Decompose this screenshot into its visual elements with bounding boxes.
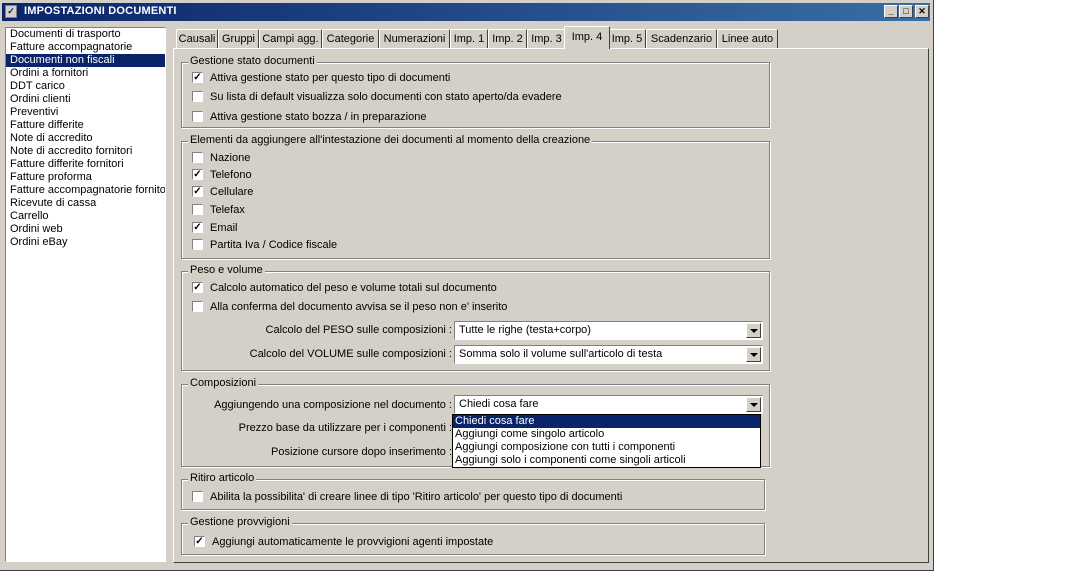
- checkbox-label: Email: [210, 222, 238, 234]
- close-button[interactable]: ✕: [915, 5, 929, 18]
- dropdown-option[interactable]: Aggiungi composizione con tutti i compon…: [453, 441, 760, 454]
- checkbox-box[interactable]: ✓: [192, 169, 203, 180]
- list-item[interactable]: DDT carico: [6, 80, 165, 93]
- checkbox-box[interactable]: [192, 152, 203, 163]
- group-title: Gestione provvigioni: [188, 516, 292, 528]
- chevron-down-icon[interactable]: [746, 397, 761, 412]
- checkbox-label: Telefono: [210, 169, 252, 181]
- volume-combo[interactable]: Somma solo il volume sull'articolo di te…: [454, 345, 763, 364]
- tab-imp-4[interactable]: Imp. 4: [564, 26, 610, 49]
- title-bar[interactable]: ✓ IMPOSTAZIONI DOCUMENTI _ □ ✕: [2, 3, 930, 21]
- volume-label: Calcolo del VOLUME sulle composizioni :: [249, 348, 452, 360]
- checkbox-box[interactable]: ✓: [192, 186, 203, 197]
- list-item[interactable]: Fatture differite: [6, 119, 165, 132]
- tab-imp-5[interactable]: Imp. 5: [608, 29, 646, 48]
- group-title: Composizioni: [188, 377, 259, 389]
- tab-page-imp4: Gestione stato documenti ✓ Attiva gestio…: [173, 48, 929, 563]
- maximize-button[interactable]: □: [899, 5, 913, 18]
- peso-label: Calcolo del PESO sulle composizioni :: [265, 324, 452, 336]
- checkbox-box[interactable]: [192, 111, 203, 122]
- checkbox-box[interactable]: ✓: [192, 282, 203, 293]
- checkbox-box[interactable]: [192, 301, 203, 312]
- aggiungendo-combo[interactable]: Chiedi cosa fare: [454, 395, 763, 414]
- list-item[interactable]: Carrello: [6, 210, 165, 223]
- group-title: Ritiro articolo: [188, 472, 257, 484]
- checkbox-label: Nazione: [210, 152, 251, 164]
- composizione-dropdown-list[interactable]: Chiedi cosa fare Aggiungi come singolo ar…: [452, 414, 761, 468]
- tab-numerazioni[interactable]: Numerazioni: [379, 29, 450, 48]
- checkbox-label: Attiva gestione stato per questo tipo di…: [210, 72, 451, 84]
- list-item[interactable]: Preventivi: [6, 106, 165, 119]
- group-title: Peso e volume: [188, 264, 265, 276]
- checkbox-label: Attiva gestione stato bozza / in prepara…: [210, 111, 427, 123]
- list-item[interactable]: Documenti di trasporto: [6, 28, 165, 41]
- checkbox-box[interactable]: [192, 239, 203, 250]
- dropdown-option[interactable]: Aggiungi come singolo articolo: [453, 428, 760, 441]
- tab-imp-3[interactable]: Imp. 3: [527, 29, 566, 48]
- tab-imp-1[interactable]: Imp. 1: [450, 29, 488, 48]
- checkbox-label: Aggiungi automaticamente le provvigioni …: [212, 536, 494, 548]
- app-icon: ✓: [5, 5, 17, 18]
- checkbox-box[interactable]: [192, 91, 203, 102]
- checkbox-box[interactable]: ✓: [192, 72, 203, 83]
- checkbox-label: Alla conferma del documento avvisa se il…: [210, 301, 508, 313]
- tab-gruppi[interactable]: Gruppi: [218, 29, 259, 48]
- dropdown-option[interactable]: Aggiungi solo i componenti come singoli …: [453, 454, 760, 467]
- aggiungendo-label: Aggiungendo una composizione nel documen…: [214, 399, 452, 411]
- dropdown-option[interactable]: Chiedi cosa fare: [453, 415, 760, 428]
- chevron-down-icon[interactable]: [746, 347, 761, 362]
- document-type-list[interactable]: Documenti di trasporto Fatture accompagna…: [5, 27, 166, 562]
- list-item[interactable]: Documenti non fiscali: [6, 54, 165, 67]
- checkbox-label: Su lista di default visualizza solo docu…: [210, 91, 562, 103]
- checkbox-label: Partita Iva / Codice fiscale: [210, 239, 338, 251]
- group-title: Gestione stato documenti: [188, 55, 317, 67]
- list-item[interactable]: Fatture proforma: [6, 171, 165, 184]
- tab-categorie[interactable]: Categorie: [322, 29, 379, 48]
- group-title: Elementi da aggiungere all'intestazione …: [188, 134, 593, 146]
- list-item[interactable]: Ordini a fornitori: [6, 67, 165, 80]
- checkbox-label: Cellulare: [210, 186, 254, 198]
- settings-window: ✓ IMPOSTAZIONI DOCUMENTI _ □ ✕ Documenti…: [0, 0, 934, 571]
- checkbox-box[interactable]: ✓: [194, 536, 205, 547]
- list-item[interactable]: Ordini clienti: [6, 93, 165, 106]
- group-intestazione: Elementi da aggiungere all'intestazione …: [181, 134, 770, 259]
- window-title: IMPOSTAZIONI DOCUMENTI: [24, 5, 177, 17]
- group-ritiro-articolo: Ritiro articolo Abilita la possibilita' …: [181, 472, 765, 510]
- checkbox-box[interactable]: [192, 491, 203, 502]
- list-item[interactable]: Fatture differite fornitori: [6, 158, 165, 171]
- combo-value: Tutte le righe (testa+corpo): [459, 324, 591, 336]
- prezzo-base-label: Prezzo base da utilizzare per i componen…: [238, 422, 452, 434]
- tab-campi-agg[interactable]: Campi agg.: [259, 29, 322, 48]
- minimize-button[interactable]: _: [884, 5, 898, 18]
- chevron-down-icon[interactable]: [746, 323, 761, 338]
- list-item[interactable]: Ordini eBay: [6, 236, 165, 249]
- list-item[interactable]: Fatture accompagnatorie fornitori: [6, 184, 165, 197]
- list-item[interactable]: Fatture accompagnatorie: [6, 41, 165, 54]
- posizione-cursore-label: Posizione cursore dopo inserimento :: [271, 446, 452, 458]
- checkbox-label: Telefax: [210, 204, 245, 216]
- group-peso-volume: Peso e volume ✓ Calcolo automatico del p…: [181, 264, 770, 371]
- combo-value: Chiedi cosa fare: [459, 398, 539, 410]
- checkbox-box[interactable]: [192, 204, 203, 215]
- list-item[interactable]: Ricevute di cassa: [6, 197, 165, 210]
- checkbox-box[interactable]: ✓: [192, 222, 203, 233]
- group-provvigioni: Gestione provvigioni ✓ Aggiungi automati…: [181, 516, 765, 555]
- list-item[interactable]: Note di accredito fornitori: [6, 145, 165, 158]
- group-stato-documenti: Gestione stato documenti ✓ Attiva gestio…: [181, 55, 770, 128]
- combo-value: Somma solo il volume sull'articolo di te…: [459, 348, 663, 360]
- tab-linee-auto[interactable]: Linee auto: [717, 29, 778, 48]
- tab-imp-2[interactable]: Imp. 2: [488, 29, 527, 48]
- peso-combo[interactable]: Tutte le righe (testa+corpo): [454, 321, 763, 340]
- list-item[interactable]: Note di accredito: [6, 132, 165, 145]
- tab-scadenzario[interactable]: Scadenzario: [646, 29, 717, 48]
- list-item[interactable]: Ordini web: [6, 223, 165, 236]
- tab-causali[interactable]: Causali: [176, 29, 218, 48]
- checkbox-label: Calcolo automatico del peso e volume tot…: [210, 282, 497, 294]
- checkbox-label: Abilita la possibilita' di creare linee …: [210, 491, 623, 503]
